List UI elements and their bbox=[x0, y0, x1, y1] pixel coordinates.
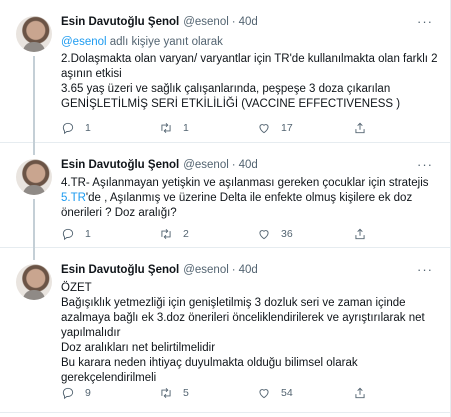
like-button[interactable]: 36 bbox=[257, 227, 293, 241]
like-count: 36 bbox=[281, 228, 293, 240]
reply-button[interactable]: 9 bbox=[61, 386, 91, 400]
reply-button[interactable]: 1 bbox=[61, 227, 91, 241]
author-handle[interactable]: @esenol bbox=[183, 264, 229, 276]
tweet-text-line: Doz aralıkları net belirtilmelidir bbox=[61, 342, 216, 354]
avatar-column bbox=[16, 159, 52, 195]
tweet[interactable]: Esin Davutoğlu Şenol @esenol · 40d ··· 4… bbox=[0, 143, 451, 248]
reply-context: @esenol adlı kişiye yanıt olarak bbox=[61, 35, 441, 50]
reply-mention-link[interactable]: @esenol bbox=[61, 36, 107, 48]
tweet-text-line: 3.65 yaş üzeri ve sağlık çalışanlarında,… bbox=[61, 83, 401, 110]
reply-icon bbox=[62, 122, 74, 135]
share-icon bbox=[355, 228, 365, 240]
tweet-text-segment: 'de , Aşılanmış ve üzerine Delta ile enf… bbox=[61, 192, 413, 219]
share-icon bbox=[355, 387, 365, 399]
separator-dot: · bbox=[231, 264, 236, 276]
heart-icon bbox=[259, 389, 269, 399]
more-icon[interactable]: ··· bbox=[417, 262, 433, 277]
tweet-body: Esin Davutoğlu Şenol @esenol · 40d ··· 4… bbox=[61, 156, 441, 221]
thread-connector-line bbox=[33, 56, 35, 143]
share-button[interactable] bbox=[353, 386, 367, 400]
avatar-column bbox=[16, 16, 52, 52]
like-button[interactable]: 17 bbox=[257, 121, 293, 135]
reply-icon bbox=[62, 228, 74, 241]
avatar[interactable] bbox=[16, 16, 52, 52]
tweet-text-line: ÖZET bbox=[61, 282, 92, 294]
thread-connector-line bbox=[33, 199, 35, 248]
share-icon bbox=[355, 122, 365, 134]
retweet-button[interactable]: 1 bbox=[159, 121, 189, 135]
timestamp[interactable]: 40d bbox=[239, 159, 258, 171]
tweet-text: 2.Dolaşmakta olan varyan/ varyantlar içi… bbox=[61, 52, 441, 112]
tweet-text-line: 5.TR'de , Aşılanmış ve üzerine Delta ile… bbox=[61, 191, 441, 221]
avatar-column bbox=[16, 264, 52, 300]
author-name[interactable]: Esin Davutoğlu Şenol bbox=[61, 264, 179, 276]
reply-count: 1 bbox=[85, 228, 91, 240]
share-button[interactable] bbox=[353, 227, 367, 241]
timestamp[interactable]: 40d bbox=[239, 16, 258, 28]
avatar[interactable] bbox=[16, 264, 52, 300]
retweet-button[interactable]: 2 bbox=[159, 227, 189, 241]
tweet-header: Esin Davutoğlu Şenol @esenol · 40d bbox=[61, 156, 441, 174]
retweet-count: 2 bbox=[183, 228, 189, 240]
tweet-text-line: Bağışıklık yetmezliği için genişletilmiş… bbox=[61, 297, 425, 339]
avatar[interactable] bbox=[16, 159, 52, 195]
tweet[interactable]: Esin Davutoğlu Şenol @esenol · 40d ··· @… bbox=[0, 0, 451, 143]
retweet-icon bbox=[161, 229, 171, 239]
author-name[interactable]: Esin Davutoğlu Şenol bbox=[61, 16, 179, 28]
thread-connector-line bbox=[33, 248, 35, 260]
retweet-count: 1 bbox=[183, 122, 189, 134]
author-handle[interactable]: @esenol bbox=[183, 159, 229, 171]
heart-icon bbox=[259, 124, 269, 134]
timestamp[interactable]: 40d bbox=[239, 264, 258, 276]
tweet-header: Esin Davutoğlu Şenol @esenol · 40d bbox=[61, 13, 441, 31]
like-count: 17 bbox=[281, 122, 293, 134]
tweet[interactable]: Esin Davutoğlu Şenol @esenol · 40d ··· Ö… bbox=[0, 248, 451, 413]
tweet-body: Esin Davutoğlu Şenol @esenol · 40d ··· Ö… bbox=[61, 261, 441, 386]
reply-count: 1 bbox=[85, 122, 91, 134]
tweet-text: 4.TR- Aşılanmayan yetişkin ve aşılanması… bbox=[61, 176, 441, 221]
reply-icon bbox=[62, 387, 74, 400]
retweet-button[interactable]: 5 bbox=[159, 386, 189, 400]
tweet-body: Esin Davutoğlu Şenol @esenol · 40d ··· @… bbox=[61, 13, 441, 112]
author-handle[interactable]: @esenol bbox=[183, 16, 229, 28]
tweet-text-line: Bu karara neden ihtiyaç duyulmakta olduğ… bbox=[61, 357, 358, 384]
tweet-text: ÖZET Bağışıklık yetmezliği için genişlet… bbox=[61, 281, 441, 386]
like-count: 54 bbox=[281, 387, 293, 399]
separator-dot: · bbox=[231, 16, 236, 28]
like-button[interactable]: 54 bbox=[257, 386, 293, 400]
tweet-text-line: 2.Dolaşmakta olan varyan/ varyantlar içi… bbox=[61, 53, 438, 80]
retweet-icon bbox=[161, 123, 171, 133]
author-name[interactable]: Esin Davutoğlu Şenol bbox=[61, 159, 179, 171]
heart-icon bbox=[259, 230, 269, 240]
share-button[interactable] bbox=[353, 121, 367, 135]
retweet-count: 5 bbox=[183, 387, 189, 399]
reply-count: 9 bbox=[85, 387, 91, 399]
more-icon[interactable]: ··· bbox=[417, 14, 433, 29]
separator-dot: · bbox=[231, 159, 236, 171]
tweet-header: Esin Davutoğlu Şenol @esenol · 40d bbox=[61, 261, 441, 279]
tweet-thread: Esin Davutoğlu Şenol @esenol · 40d ··· @… bbox=[0, 0, 451, 417]
more-icon[interactable]: ··· bbox=[417, 157, 433, 172]
thread-connector-line bbox=[33, 143, 35, 155]
tweet-link[interactable]: 5.TR bbox=[61, 192, 86, 204]
tweet-text-line: 4.TR- Aşılanmayan yetişkin ve aşılanması… bbox=[61, 177, 429, 189]
reply-button[interactable]: 1 bbox=[61, 121, 91, 135]
retweet-icon bbox=[161, 388, 171, 398]
reply-context-text: adlı kişiye yanıt olarak bbox=[106, 36, 223, 48]
